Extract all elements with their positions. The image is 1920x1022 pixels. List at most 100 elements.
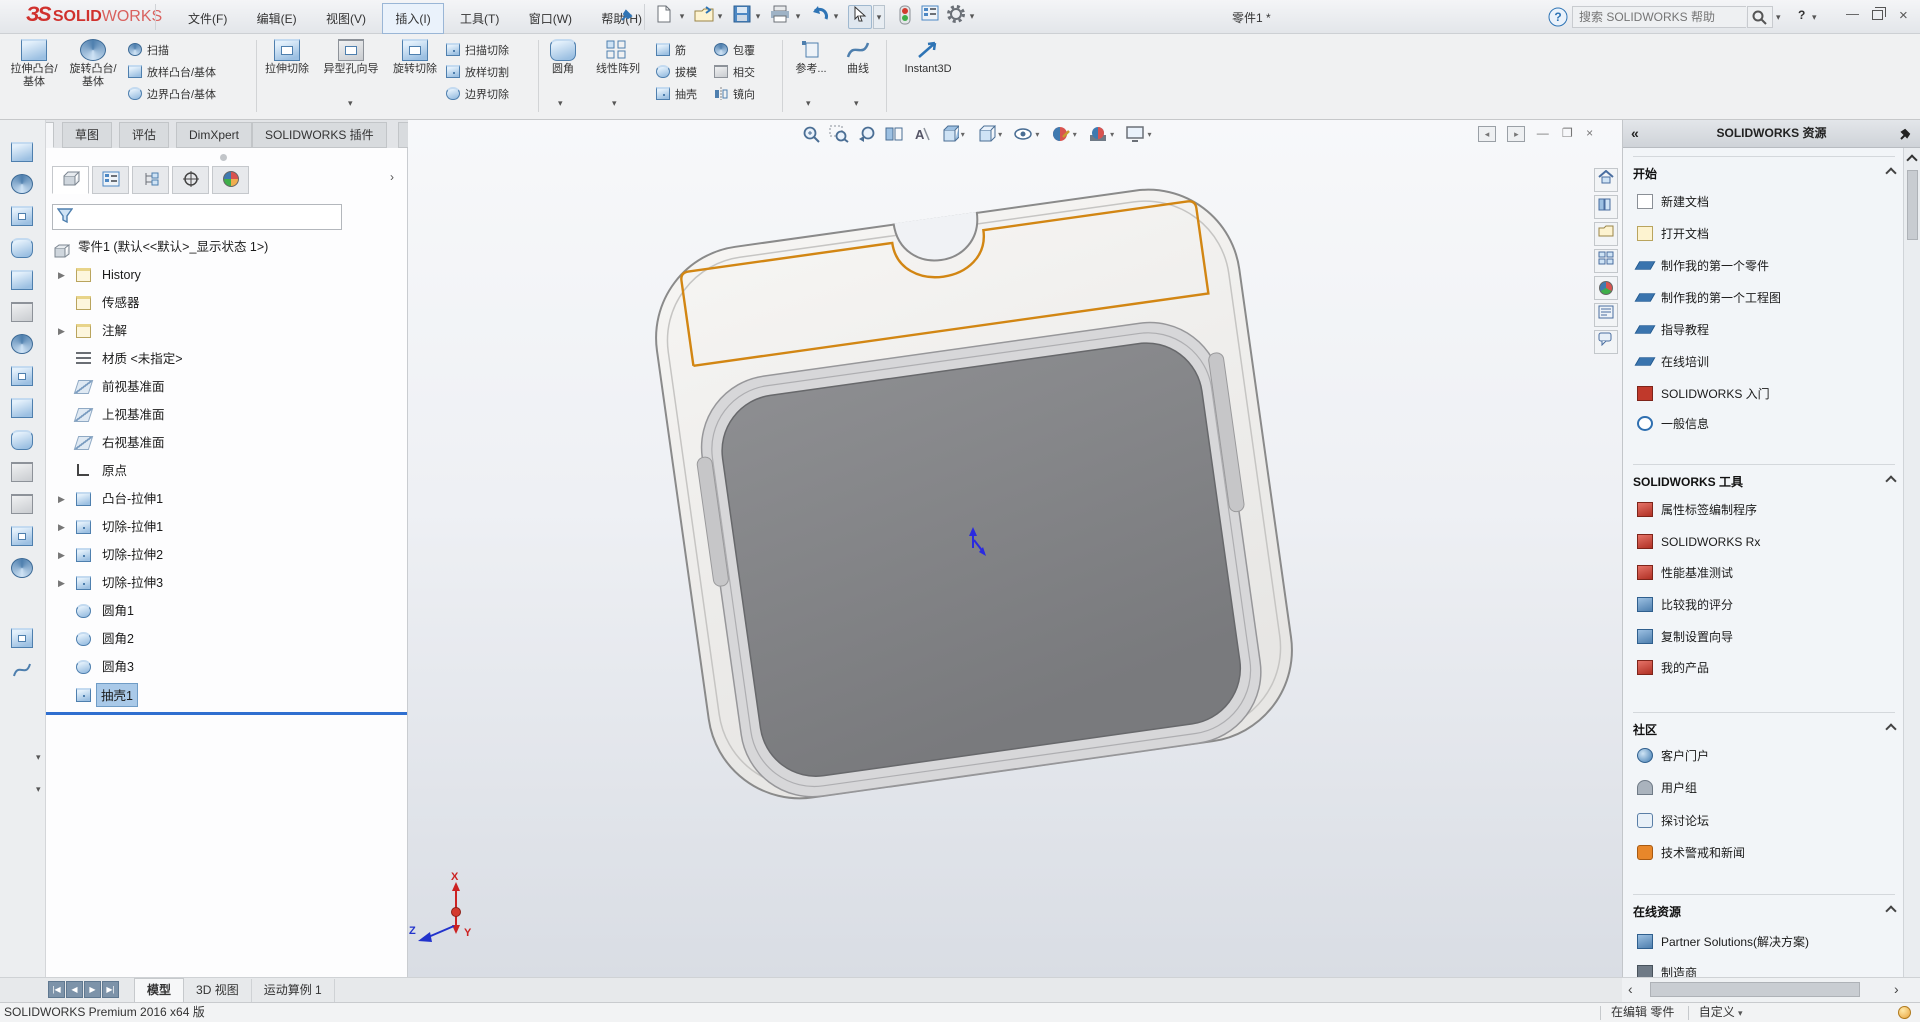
select-tool-button[interactable] [848, 5, 872, 29]
technical-alerts-news-link[interactable]: 技术警戒和新闻 [1637, 843, 1897, 865]
print-caret[interactable]: ▾ [792, 5, 804, 29]
last-tab-button[interactable]: ▶| [102, 981, 119, 998]
doc-close-button[interactable]: × [1586, 126, 1593, 140]
help-search-input[interactable] [1579, 7, 1746, 27]
left-toolbar-icon[interactable] [11, 526, 33, 546]
left-toolbar-icon[interactable] [11, 174, 33, 194]
tree-item-front-plane[interactable]: 前视基准面 [46, 373, 407, 401]
prev-tab-button[interactable]: ◀ [66, 981, 83, 998]
model-3d[interactable]: X Y Z [408, 120, 1622, 977]
new-document-link[interactable]: 新建文档 [1637, 192, 1897, 214]
next-tab-button[interactable]: ▶ [84, 981, 101, 998]
left-toolbar-icon[interactable] [11, 334, 33, 354]
undo-button[interactable] [808, 5, 832, 29]
expand-arrow-icon[interactable]: ▶ [58, 541, 65, 569]
curves-caret[interactable]: ▾ [854, 98, 859, 109]
view-palette-icon[interactable] [1594, 249, 1618, 273]
view-settings-button[interactable] [1123, 123, 1147, 145]
first-tab-button[interactable]: |◀ [48, 981, 65, 998]
mirror-button[interactable]: 镜向 [714, 86, 755, 106]
tree-pane-expand-arrow[interactable]: › [390, 170, 394, 184]
options-gear-button[interactable] [944, 5, 968, 29]
left-toolbar-icon[interactable] [11, 628, 33, 648]
lofted-boss-button[interactable]: 放样凸台/基体 [128, 64, 216, 84]
collapse-left-pane-button[interactable]: ◂ [1478, 126, 1496, 142]
section-community[interactable]: 社区 [1633, 712, 1895, 738]
linear-pattern-caret[interactable]: ▾ [612, 98, 617, 109]
revolved-boss-button[interactable]: 旋转凸台/基体 [64, 37, 122, 89]
help-menu-caret[interactable]: ▾ [1812, 12, 1817, 23]
boundary-cut-button[interactable]: 边界切除 [446, 86, 509, 106]
help-bubble-icon[interactable]: ? [1548, 7, 1568, 30]
collapse-section-icon[interactable] [1885, 905, 1896, 916]
section-online-resources[interactable]: 在线资源 [1633, 894, 1895, 920]
tree-item-history[interactable]: ▶History [46, 261, 407, 289]
copy-settings-wizard-link[interactable]: 复制设置向导 [1637, 627, 1897, 649]
reference-geometry-button[interactable]: 参考... [788, 37, 834, 76]
tree-item-right-plane[interactable]: 右视基准面 [46, 429, 407, 457]
hole-wizard-caret[interactable]: ▾ [348, 98, 353, 109]
hole-wizard-button[interactable]: 异型孔向导 [316, 37, 386, 76]
performance-benchmark-link[interactable]: 性能基准测试 [1637, 563, 1897, 585]
customer-portal-link[interactable]: 客户门户 [1637, 746, 1897, 768]
featuremanager-tree-tab[interactable] [52, 166, 89, 194]
properties-list-button[interactable] [918, 5, 942, 29]
save-caret[interactable]: ▾ [752, 5, 764, 29]
new-document-button[interactable] [652, 5, 676, 29]
shell-button[interactable]: 抽壳 [656, 86, 697, 106]
discussion-forum-link[interactable]: 探讨论坛 [1637, 811, 1897, 833]
tree-item-origin[interactable]: 原点 [46, 457, 407, 485]
collapse-section-icon[interactable] [1885, 475, 1896, 486]
collapse-right-pane-button[interactable]: ▸ [1507, 126, 1525, 142]
open-document-link[interactable]: 打开文档 [1637, 224, 1897, 246]
task-pane-vertical-scrollbar[interactable] [1903, 148, 1920, 977]
status-customize-button[interactable]: 自定义 [1699, 1005, 1735, 1019]
help-search-box[interactable] [1572, 6, 1746, 28]
tab-dimxpert[interactable]: DimXpert [176, 122, 252, 148]
select-tool-caret[interactable]: ▾ [873, 5, 885, 29]
make-first-part-link[interactable]: 制作我的第一个零件 [1637, 256, 1897, 278]
view-settings-caret[interactable]: ▾ [1147, 123, 1157, 139]
restore-button[interactable] [1872, 10, 1883, 20]
menu-tools[interactable]: 工具(T) [447, 3, 512, 34]
propertymanager-tab[interactable] [92, 166, 129, 194]
getting-started-link[interactable]: SOLIDWORKS 入门 [1637, 384, 1897, 406]
model-tab[interactable]: 模型 [134, 978, 184, 1002]
tree-item-fillet2[interactable]: 圆角2 [46, 625, 407, 653]
left-toolbar-icon[interactable] [11, 558, 33, 578]
tab-sketch[interactable]: 草图 [62, 122, 112, 148]
swept-boss-button[interactable]: 扫描 [128, 42, 169, 62]
partner-solutions-link[interactable]: Partner Solutions(解决方案) [1637, 932, 1897, 954]
reference-geometry-caret[interactable]: ▾ [806, 98, 811, 109]
help-menu[interactable]: ? [1798, 8, 1805, 22]
tree-item-sensors[interactable]: 传感器 [46, 289, 407, 317]
graphics-area[interactable]: X Y Z [408, 120, 1622, 977]
general-info-link[interactable]: 一般信息 [1637, 414, 1897, 436]
scroll-left-icon[interactable]: ‹ [1628, 981, 1633, 997]
make-first-drawing-link[interactable]: 制作我的第一个工程图 [1637, 288, 1897, 310]
fillet-button[interactable]: 圆角 [542, 37, 584, 76]
menu-file[interactable]: 文件(F) [175, 3, 240, 34]
display-style-caret[interactable]: ▾ [998, 123, 1008, 139]
scroll-thumb[interactable] [1650, 982, 1860, 997]
linear-pattern-button[interactable]: 线性阵列 [588, 37, 648, 76]
curves-button[interactable]: 曲线 [838, 37, 878, 76]
tab-evaluate[interactable]: 评估 [119, 122, 169, 148]
user-groups-link[interactable]: 用户组 [1637, 778, 1897, 800]
displaymanager-tab[interactable] [212, 166, 249, 194]
left-toolbar-icon[interactable] [11, 398, 33, 418]
collapse-section-icon[interactable] [1885, 167, 1896, 178]
tree-item-material[interactable]: 材质 <未指定> [46, 345, 407, 373]
left-toolbar-icon[interactable] [11, 494, 33, 514]
appearances-icon[interactable] [1594, 276, 1618, 300]
scroll-thumb[interactable] [1907, 170, 1918, 240]
tree-item-cut-extrude2[interactable]: ▶切除-拉伸2 [46, 541, 407, 569]
compare-score-link[interactable]: 比较我的评分 [1637, 595, 1897, 617]
display-style-button[interactable] [974, 123, 998, 145]
left-toolbar-icon[interactable] [11, 206, 33, 226]
home-resources-icon[interactable] [1594, 168, 1618, 192]
undo-caret[interactable]: ▾ [830, 5, 842, 29]
boundary-boss-button[interactable]: 边界凸台/基体 [128, 86, 216, 106]
my-products-link[interactable]: 我的产品 [1637, 658, 1897, 680]
wrap-button[interactable]: 包覆 [714, 42, 755, 62]
